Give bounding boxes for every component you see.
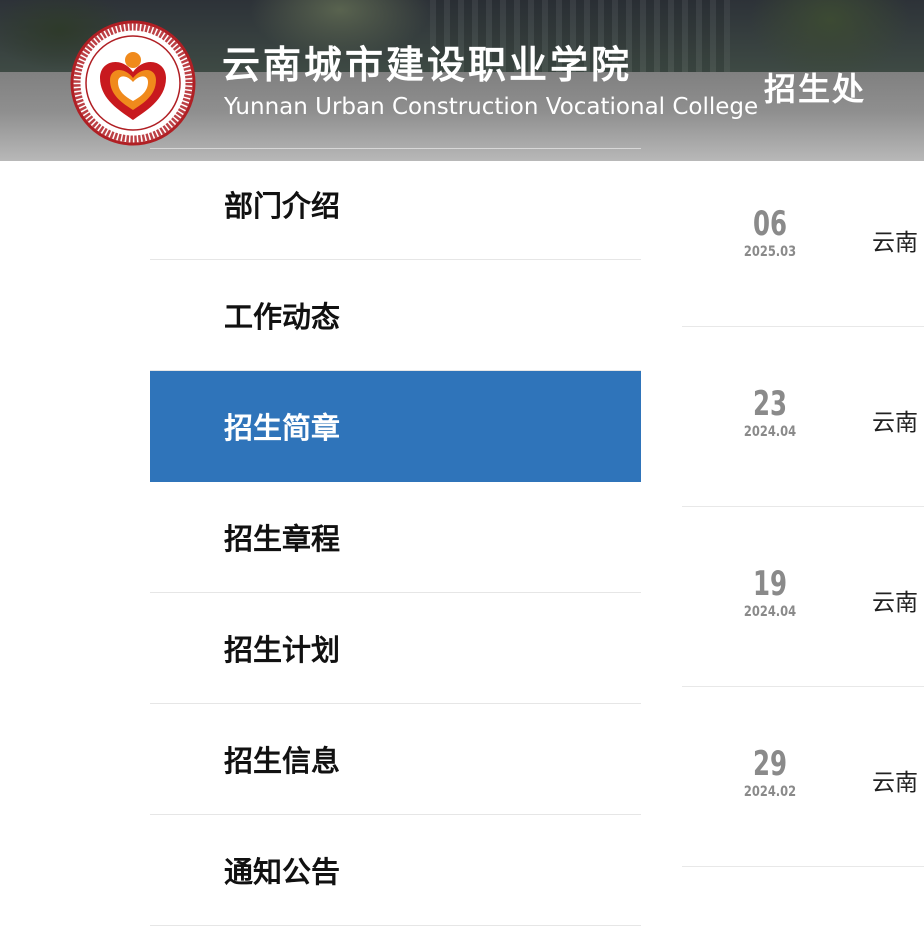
news-year-month: 2024.04 (743, 604, 797, 620)
sidebar-item-department-intro[interactable]: 部门介绍 (150, 149, 641, 260)
sidebar-item-label: 招生信息 (224, 744, 341, 778)
news-title-link[interactable]: 云南 (872, 583, 918, 617)
news-title-link[interactable]: 云南 (872, 223, 918, 257)
sidebar-item-label: 招生简章 (224, 411, 341, 445)
sidebar-item-label: 招生章程 (224, 522, 341, 556)
news-day: 29 (752, 744, 788, 784)
news-day: 23 (752, 384, 788, 424)
news-day: 06 (752, 204, 788, 244)
site-header: 云南城市建设职业学院 Yunnan Urban Construction Voc… (0, 0, 924, 161)
college-logo-icon[interactable] (70, 20, 196, 146)
sidebar-item-label: 部门介绍 (224, 189, 341, 223)
sidebar-item-admission-charter[interactable]: 招生章程 (150, 482, 641, 593)
sidebar-item-label: 通知公告 (224, 855, 341, 889)
news-item[interactable]: 29 2024.02 云南 (682, 687, 924, 867)
sidebar-item-admission-plan[interactable]: 招生计划 (150, 593, 641, 704)
news-year-month: 2025.03 (743, 244, 797, 260)
news-day: 19 (752, 564, 788, 604)
news-item[interactable]: 23 2024.04 云南 (682, 327, 924, 507)
news-date: 06 2025.03 (734, 205, 806, 261)
sidebar-item-admission-info[interactable]: 招生信息 (150, 704, 641, 815)
news-year-month: 2024.02 (743, 784, 797, 800)
sidebar-item-notices[interactable]: 通知公告 (150, 815, 641, 926)
news-year-month: 2024.04 (743, 424, 797, 440)
news-item[interactable]: 19 2024.04 云南 (682, 507, 924, 687)
news-title-link[interactable]: 云南 (872, 403, 918, 437)
news-date: 19 2024.04 (734, 565, 806, 621)
news-list: 06 2025.03 云南 23 2024.04 云南 19 2024.04 云… (682, 161, 924, 867)
sidebar-item-label: 工作动态 (224, 300, 341, 334)
news-title-link[interactable]: 云南 (872, 763, 918, 797)
department-name: 招生处 (764, 70, 867, 108)
sidebar-item-label: 招生计划 (224, 633, 341, 667)
college-name-en: Yunnan Urban Construction Vocational Col… (224, 94, 759, 120)
college-name-cn: 云南城市建设职业学院 (222, 42, 633, 87)
sidebar-item-admission-brochure[interactable]: 招生简章 (150, 371, 641, 482)
news-item[interactable]: 06 2025.03 云南 (682, 161, 924, 327)
sidebar-nav: 部门介绍 工作动态 招生简章 招生章程 招生计划 招生信息 通知公告 (150, 148, 641, 926)
news-date: 29 2024.02 (734, 745, 806, 801)
news-date: 23 2024.04 (734, 385, 806, 441)
sidebar-item-work-news[interactable]: 工作动态 (150, 260, 641, 371)
